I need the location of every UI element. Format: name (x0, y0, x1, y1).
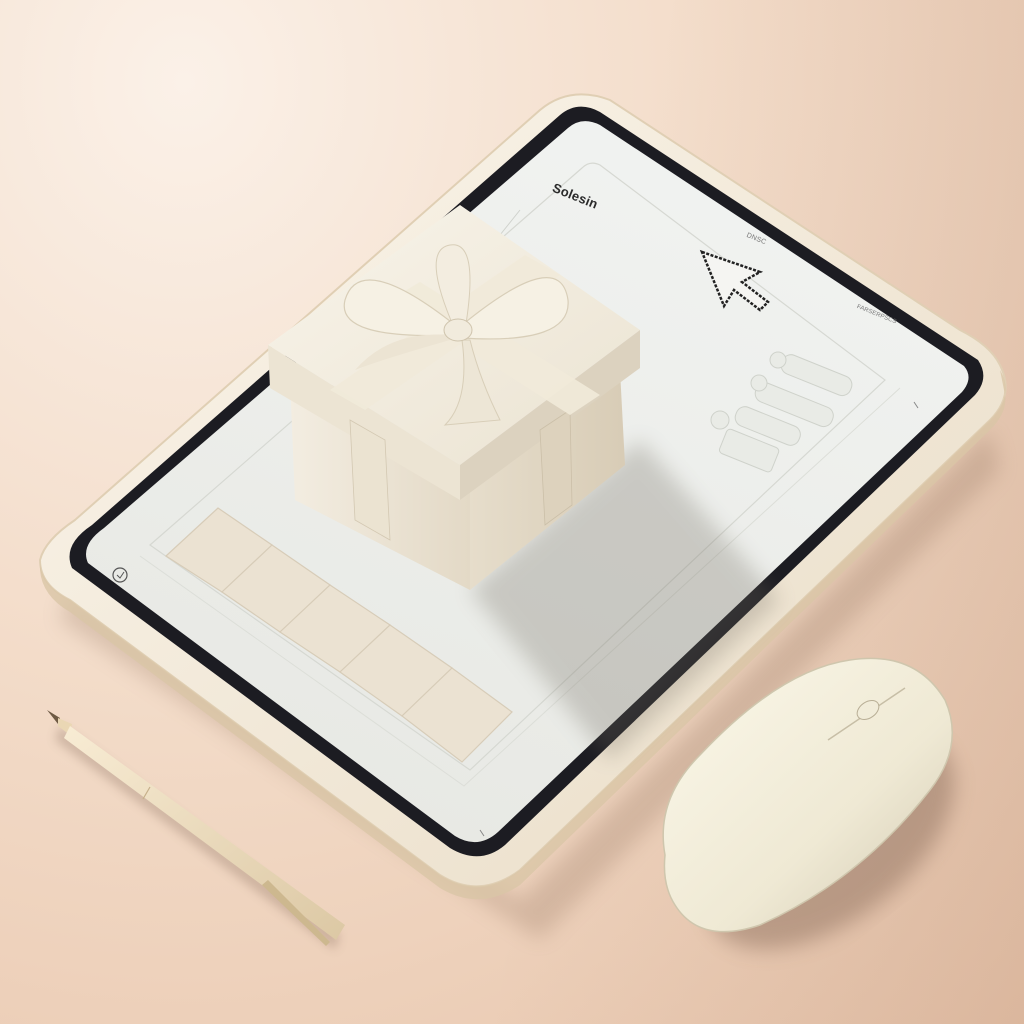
form-radio[interactable] (710, 410, 730, 430)
form-radio[interactable] (769, 351, 787, 369)
form-radio[interactable] (750, 374, 768, 392)
bow-knot (443, 318, 473, 342)
scene-illustration (38, 93, 1007, 950)
